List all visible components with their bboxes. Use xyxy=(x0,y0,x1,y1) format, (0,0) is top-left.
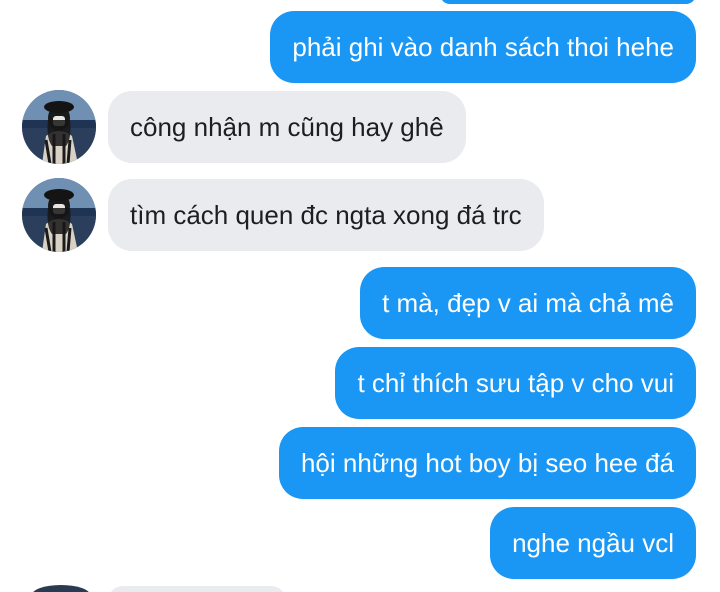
message-bubble-received[interactable]: tìm cách quen đc ngta xong đá trc xyxy=(108,179,544,251)
avatar-photo-icon xyxy=(22,178,96,252)
message-bubble-sent[interactable]: hội những hot boy bị seo hee đá xyxy=(278,427,696,499)
message-text: công nhận m cũng hay ghê xyxy=(130,112,444,142)
message-text: tìm cách quen đc ngta xong đá trc xyxy=(130,200,522,230)
previous-sent-bubble-edge xyxy=(440,0,696,4)
message-bubble-sent[interactable]: t mà, đẹp v ai mà chả mê xyxy=(360,267,696,339)
message-text: phải ghi vào danh sách thoi hehe xyxy=(292,32,674,62)
message-text: t chỉ thích sưu tập v cho vui xyxy=(357,368,674,398)
message-text: nghe ngầu vcl xyxy=(512,528,674,558)
chat-thread: phải ghi vào danh sách thoi hehe công nh… xyxy=(0,0,720,592)
contact-avatar[interactable] xyxy=(22,90,96,164)
next-received-bubble-edge xyxy=(108,586,286,592)
message-bubble-sent[interactable]: phải ghi vào danh sách thoi hehe xyxy=(270,11,696,83)
message-text: hội những hot boy bị seo hee đá xyxy=(300,448,674,478)
contact-avatar[interactable] xyxy=(22,178,96,252)
message-bubble-sent[interactable]: t chỉ thích sưu tập v cho vui xyxy=(335,347,696,419)
next-contact-avatar-edge xyxy=(32,585,90,592)
message-bubble-received[interactable]: công nhận m cũng hay ghê xyxy=(108,91,466,163)
avatar-photo-icon xyxy=(22,90,96,164)
message-bubble-sent[interactable]: nghe ngầu vcl xyxy=(490,507,696,579)
message-text: t mà, đẹp v ai mà chả mê xyxy=(382,288,674,318)
